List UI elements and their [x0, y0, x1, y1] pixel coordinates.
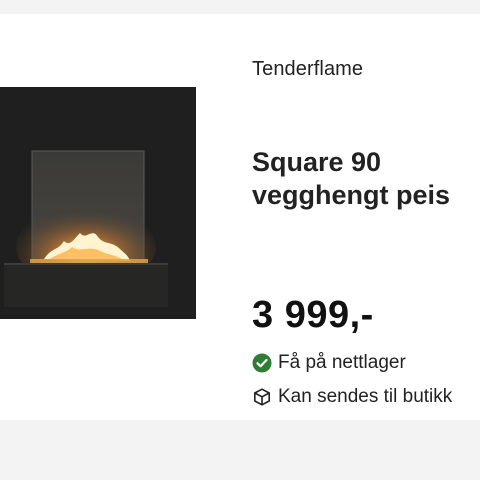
- product-card[interactable]: Tenderflame Square 90 vegghengt peis 3 9…: [0, 14, 480, 420]
- product-price: 3 999,-: [252, 294, 374, 336]
- fireplace-image: [0, 87, 196, 319]
- top-band: [0, 0, 480, 14]
- availability-online: Få på nettlager: [252, 351, 406, 375]
- availability-store-label: Kan sendes til butikk: [278, 386, 453, 407]
- product-title[interactable]: Square 90 vegghengt peis: [252, 146, 476, 212]
- availability-store: Kan sendes til butikk: [252, 385, 452, 409]
- box-icon: [252, 387, 272, 407]
- product-brand: Tenderflame: [252, 58, 364, 80]
- bottom-band: [0, 420, 480, 480]
- availability-online-label: Få på nettlager: [278, 352, 406, 373]
- product-image[interactable]: [0, 87, 196, 319]
- check-circle-icon: [252, 353, 272, 373]
